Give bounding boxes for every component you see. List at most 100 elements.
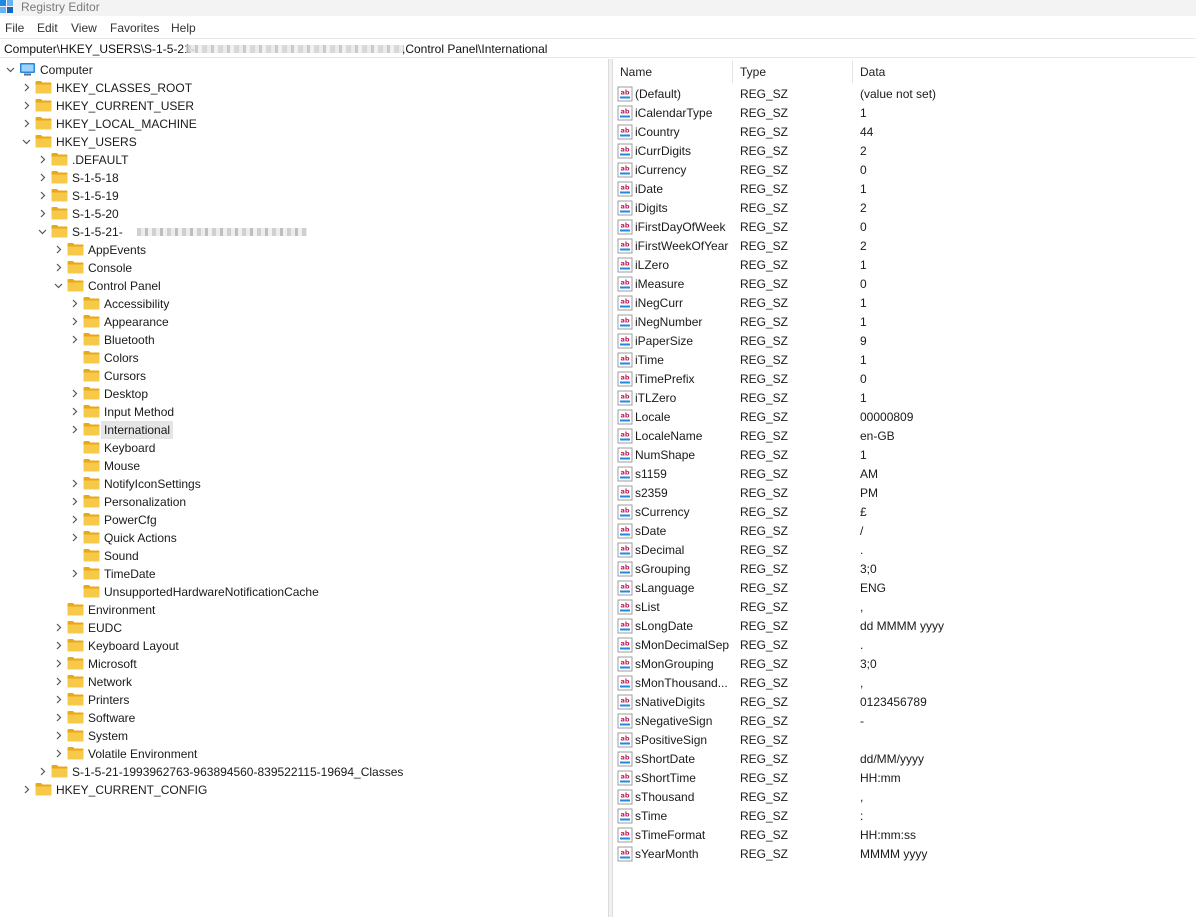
chevron-right-icon[interactable] [70,533,79,542]
tree-item[interactable]: S-1-5-18 [0,169,600,187]
tree-item[interactable]: S-1-5-21-1993962763-963894560-839522115-… [0,763,600,781]
chevron-right-icon[interactable] [70,335,79,344]
menu-help[interactable]: Help [171,20,196,36]
chevron-right-icon[interactable] [70,317,79,326]
key-tree-pane[interactable]: Computer HKEY_CLASSES_ROOT HKEY_CURRENT_US… [0,59,608,917]
tree-item[interactable]: International [0,421,600,439]
value-row[interactable]: ab sTimeFormat REG_SZ HH:mm:ss [613,826,1196,845]
column-header-name[interactable]: Name [613,59,731,85]
chevron-right-icon[interactable] [54,263,63,272]
tree-item[interactable]: AppEvents [0,241,600,259]
value-row[interactable]: ab sLongDate REG_SZ dd MMMM yyyy [613,617,1196,636]
tree-item[interactable]: System [0,727,600,745]
menu-file[interactable]: File [5,20,24,36]
chevron-right-icon[interactable] [38,767,47,776]
value-row[interactable]: ab iTimePrefix REG_SZ 0 [613,370,1196,389]
chevron-down-icon[interactable] [54,281,63,290]
tree-item[interactable]: EUDC [0,619,600,637]
chevron-right-icon[interactable] [54,749,63,758]
value-row[interactable]: ab sGrouping REG_SZ 3;0 [613,560,1196,579]
chevron-right-icon[interactable] [54,731,63,740]
tree-item[interactable]: Input Method [0,403,600,421]
tree-item[interactable]: UnsupportedHardwareNotificationCache [0,583,600,601]
tree-item[interactable]: HKEY_CLASSES_ROOT [0,79,600,97]
tree-item[interactable]: HKEY_CURRENT_CONFIG [0,781,600,799]
tree-item[interactable]: Quick Actions [0,529,600,547]
chevron-right-icon[interactable] [22,101,31,110]
address-bar[interactable]: Computer\HKEY_USERS\S-1-5-21- ,Control P… [0,38,1196,58]
value-row[interactable]: ab iNegNumber REG_SZ 1 [613,313,1196,332]
tree-item[interactable]: HKEY_USERS [0,133,600,151]
tree-item[interactable]: Keyboard Layout [0,637,600,655]
chevron-down-icon[interactable] [38,227,47,236]
chevron-right-icon[interactable] [54,677,63,686]
tree-item[interactable]: Accessibility [0,295,600,313]
chevron-right-icon[interactable] [22,83,31,92]
tree-item[interactable]: S-1-5-21- [0,223,600,241]
value-row[interactable]: ab iCurrDigits REG_SZ 2 [613,142,1196,161]
chevron-right-icon[interactable] [54,623,63,632]
tree-item[interactable]: NotifyIconSettings [0,475,600,493]
chevron-right-icon[interactable] [38,155,47,164]
value-row[interactable]: ab iTime REG_SZ 1 [613,351,1196,370]
tree-item[interactable]: .DEFAULT [0,151,600,169]
tree-item[interactable]: Personalization [0,493,600,511]
chevron-right-icon[interactable] [54,659,63,668]
value-row[interactable]: ab iTLZero REG_SZ 1 [613,389,1196,408]
value-row[interactable]: ab iMeasure REG_SZ 0 [613,275,1196,294]
chevron-right-icon[interactable] [22,119,31,128]
tree-item[interactable]: Microsoft [0,655,600,673]
value-row[interactable]: ab Locale REG_SZ 00000809 [613,408,1196,427]
value-row[interactable]: ab LocaleName REG_SZ en-GB [613,427,1196,446]
value-row[interactable]: ab iCalendarType REG_SZ 1 [613,104,1196,123]
tree-item[interactable]: Volatile Environment [0,745,600,763]
value-row[interactable]: ab sMonThousand... REG_SZ, [613,674,1196,693]
chevron-right-icon[interactable] [54,695,63,704]
chevron-right-icon[interactable] [70,389,79,398]
tree-item[interactable]: TimeDate [0,565,600,583]
value-row[interactable]: ab sList REG_SZ, [613,598,1196,617]
tree-item[interactable]: Keyboard [0,439,600,457]
chevron-right-icon[interactable] [70,515,79,524]
value-row[interactable]: ab sPositiveSign REG_SZ [613,731,1196,750]
tree-item[interactable]: Control Panel [0,277,600,295]
chevron-right-icon[interactable] [70,479,79,488]
chevron-right-icon[interactable] [70,299,79,308]
tree-item[interactable]: Mouse [0,457,600,475]
values-list-pane[interactable]: Name Type Data ab (Default) REG_SZ (value n… [613,59,1196,917]
tree-item[interactable]: Environment [0,601,600,619]
value-row[interactable]: ab iCountry REG_SZ 44 [613,123,1196,142]
chevron-right-icon[interactable] [70,425,79,434]
tree-item[interactable]: Appearance [0,313,600,331]
tree-item[interactable]: Network [0,673,600,691]
chevron-right-icon[interactable] [70,407,79,416]
value-row[interactable]: ab iNegCurr REG_SZ 1 [613,294,1196,313]
chevron-right-icon[interactable] [38,209,47,218]
value-row[interactable]: ab iDigits REG_SZ 2 [613,199,1196,218]
chevron-right-icon[interactable] [54,245,63,254]
column-header-data[interactable]: Data [853,59,1193,85]
value-row[interactable]: ab sNativeDigits REG_SZ 0123456789 [613,693,1196,712]
chevron-right-icon[interactable] [70,569,79,578]
chevron-down-icon[interactable] [6,65,15,74]
value-row[interactable]: ab NumShape REG_SZ 1 [613,446,1196,465]
tree-item[interactable]: Computer [0,61,600,79]
value-row[interactable]: ab sMonGrouping REG_SZ 3;0 [613,655,1196,674]
value-row[interactable]: ab iCurrency REG_SZ 0 [613,161,1196,180]
value-row[interactable]: ab sShortDate REG_SZ dd/MM/yyyy [613,750,1196,769]
value-row[interactable]: ab s1159 REG_SZ AM [613,465,1196,484]
tree-item[interactable]: Printers [0,691,600,709]
value-row[interactable]: ab iFirstDayOfWeek REG_SZ 0 [613,218,1196,237]
value-row[interactable]: ab iPaperSize REG_SZ 9 [613,332,1196,351]
tree-item[interactable]: Console [0,259,600,277]
tree-item[interactable]: HKEY_CURRENT_USER [0,97,600,115]
menu-edit[interactable]: Edit [37,20,58,36]
chevron-right-icon[interactable] [54,641,63,650]
value-row[interactable]: ab sTime REG_SZ: [613,807,1196,826]
value-row[interactable]: ab sNegativeSign REG_SZ - [613,712,1196,731]
value-row[interactable]: ab (Default) REG_SZ (value not set) [613,85,1196,104]
tree-item[interactable]: Cursors [0,367,600,385]
value-row[interactable]: ab sMonDecimalSep REG_SZ. [613,636,1196,655]
menu-view[interactable]: View [71,20,97,36]
chevron-right-icon[interactable] [38,173,47,182]
